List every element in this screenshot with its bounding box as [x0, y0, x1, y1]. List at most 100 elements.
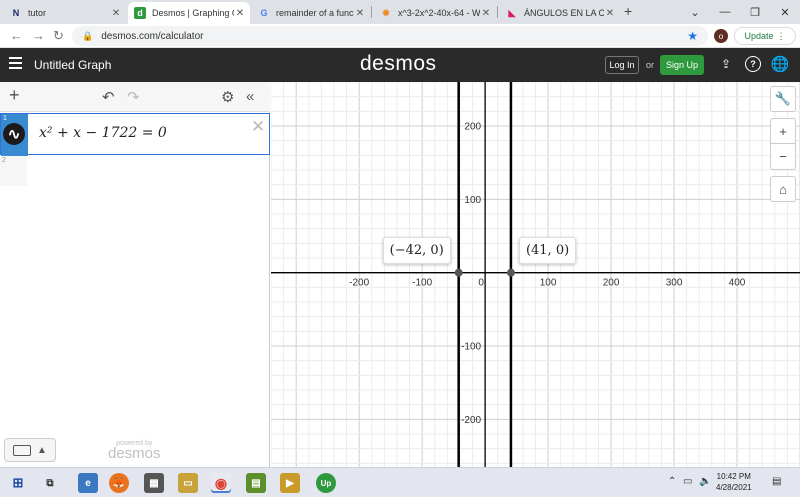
y-tick-label: 200 [464, 122, 481, 133]
forward-arrow-icon[interactable]: → [32, 28, 45, 43]
add-item-button[interactable]: + [9, 85, 20, 106]
zoom-in-button[interactable]: + [770, 118, 796, 144]
edge-browser-icon[interactable]: e [78, 473, 98, 493]
x-tick-label: 100 [540, 278, 557, 289]
back-arrow-icon[interactable]: ← [10, 28, 23, 43]
graph-svg: -200 -100 0 100 200 300 400 200 100 -100 -200 [271, 82, 800, 467]
x-tick-label: 300 [666, 278, 683, 289]
x-tick-label: -100 [412, 278, 432, 289]
home-zoom-icon[interactable]: ⌂ [770, 176, 796, 202]
update-label: Update [744, 31, 774, 41]
file-explorer-icon[interactable]: ▭ [178, 473, 198, 493]
url-input[interactable]: 🔒 desmos.com/calculator ★ [72, 26, 708, 46]
restore-button[interactable]: ❐ [740, 6, 770, 19]
signup-button[interactable]: Sign Up [660, 55, 704, 75]
root-point [454, 268, 463, 277]
expression-math[interactable]: x² + x − 1722 = 0 [39, 125, 167, 141]
volume-icon[interactable]: 🔈 [699, 476, 711, 487]
task-view-icon[interactable]: ⧉ [40, 473, 60, 493]
minimize-button[interactable]: — [710, 6, 740, 18]
tab-tutor[interactable]: N tutor ✕ [4, 2, 126, 24]
point-coordinate-label[interactable]: (−42, 0) [382, 236, 451, 264]
login-button[interactable]: Log In [605, 56, 639, 74]
reload-icon[interactable]: ↻ [53, 28, 64, 44]
expression-index: 2 [2, 157, 6, 164]
bookmark-star-icon[interactable]: ★ [687, 29, 698, 43]
tab-desmos[interactable]: d Desmos | Graphing C ✕ [128, 2, 250, 24]
tab-close-icon[interactable]: ✕ [234, 8, 246, 19]
tab-close-icon[interactable]: ✕ [110, 8, 122, 19]
wolfram-favicon-icon: ✹ [382, 7, 390, 18]
share-icon[interactable]: ⇪ [718, 56, 734, 72]
tab-search-icon[interactable]: ⌄ [680, 6, 710, 19]
tab-angulos[interactable]: ◣ ÁNGULOS EN LA CIR ✕ [500, 2, 620, 24]
caret-up-icon: ▲ [37, 444, 47, 456]
window-controls: ⌄ — ❐ ✕ [680, 0, 800, 24]
desmos-header: Untitled Graph desmos Log In or Sign Up … [0, 48, 800, 82]
graph-side-tools: 🔧 + − ⌂ [770, 86, 796, 208]
network-icon[interactable]: ▭ [683, 476, 692, 487]
settings-gear-icon[interactable]: ⚙ [221, 88, 234, 106]
expression-index: 1 [3, 115, 7, 122]
angulos-favicon-icon: ◣ [508, 7, 516, 18]
delete-expression-icon[interactable]: ✕ [251, 117, 265, 137]
expression-row-1[interactable]: 1 ∿ x² + x − 1722 = 0 ✕ [0, 113, 270, 156]
tab-close-icon[interactable]: ✕ [354, 8, 366, 19]
undo-icon[interactable]: ↶ [102, 88, 115, 106]
graph-color-toggle-icon[interactable]: ∿ [3, 123, 25, 145]
zoom-out-button[interactable]: − [770, 144, 796, 170]
upwork-app-icon[interactable]: Up [316, 473, 336, 493]
expression-panel: + ↶ ↷ ⚙ « 1 ∿ x² + x − 1722 = 0 ✕ 2 ▲ po… [0, 82, 270, 467]
spreadsheet-app-icon[interactable]: ▤ [246, 473, 266, 493]
tab-google-search[interactable]: G remainder of a functio ✕ [252, 2, 370, 24]
point-coordinate-label[interactable]: (41, 0) [518, 236, 577, 264]
tab-label: remainder of a functio [276, 8, 354, 18]
x-tick-label: 200 [603, 278, 620, 289]
graph-settings-wrench-icon[interactable]: 🔧 [770, 86, 796, 112]
keyboard-icon [13, 444, 32, 456]
tutor-favicon-icon: N [12, 8, 20, 18]
tab-label: ÁNGULOS EN LA CIR [524, 8, 604, 18]
tab-wolfram[interactable]: ✹ x^3-2x^2-40x-64 - W ✕ [374, 2, 496, 24]
notification-icon[interactable]: ▤ [772, 476, 781, 487]
x-tick-label: -200 [349, 278, 369, 289]
media-app-icon[interactable]: ▶ [280, 473, 300, 493]
or-label: or [646, 60, 655, 70]
system-clock[interactable]: 10:42 PM 4/28/2021 [716, 471, 752, 493]
help-icon[interactable]: ? [745, 56, 761, 72]
firefox-icon[interactable]: 🦊 [109, 473, 129, 493]
powered-by-logo: desmos [108, 445, 161, 462]
calculator-icon[interactable]: ▦ [144, 473, 164, 493]
graph-canvas[interactable]: -200 -100 0 100 200 300 400 200 100 -100 -200 🔧 + … [271, 82, 800, 467]
y-tick-label: -100 [461, 342, 481, 353]
profile-avatar[interactable]: o [714, 29, 728, 43]
close-window-button[interactable]: ✕ [770, 6, 800, 19]
google-favicon-icon: G [260, 8, 268, 18]
tray-overflow-icon[interactable]: ⌃ [668, 476, 676, 487]
y-tick-label: -200 [461, 415, 481, 426]
expression-gutter: 1 ∿ [1, 114, 28, 156]
windows-start-icon[interactable]: ⊞ [8, 473, 28, 493]
clock-date: 4/28/2021 [716, 483, 752, 492]
address-bar-row: ← → ↻ 🔒 desmos.com/calculator ★ o Update… [0, 24, 800, 48]
language-globe-icon[interactable]: 🌐 [771, 56, 790, 73]
browser-tab-strip: N tutor ✕ d Desmos | Graphing C ✕ G rema… [0, 0, 800, 24]
tab-close-icon[interactable]: ✕ [480, 8, 492, 19]
redo-icon[interactable]: ↷ [127, 88, 140, 106]
tab-separator [497, 6, 498, 18]
collapse-panel-icon[interactable]: « [246, 88, 254, 105]
y-tick-label: 100 [464, 195, 481, 206]
keyboard-toggle-button[interactable]: ▲ [4, 438, 56, 462]
tab-separator [371, 6, 372, 18]
graph-title[interactable]: Untitled Graph [34, 58, 111, 72]
expression-toolbar: + ↶ ↷ ⚙ « [0, 82, 270, 112]
new-tab-button[interactable]: + [624, 3, 632, 19]
url-text: desmos.com/calculator [101, 30, 204, 42]
chrome-icon[interactable]: ◉ [211, 473, 231, 493]
tab-label: x^3-2x^2-40x-64 - W [398, 8, 480, 18]
clock-time: 10:42 PM [716, 472, 751, 481]
tab-close-icon[interactable]: ✕ [604, 8, 616, 19]
expression-row-2[interactable]: 2 [0, 156, 27, 186]
hamburger-menu-icon[interactable] [9, 57, 22, 69]
update-button[interactable]: Update ⋮ [734, 27, 796, 45]
